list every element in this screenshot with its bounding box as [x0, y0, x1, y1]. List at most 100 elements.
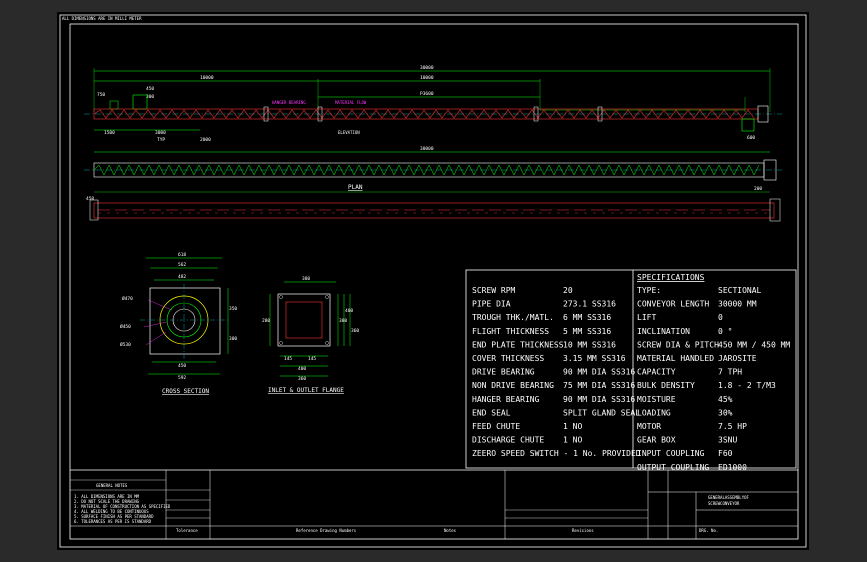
spec-left-label: DRIVE BEARING: [472, 368, 535, 377]
spec-left-value: 90 MM DIA SS316: [563, 368, 635, 377]
spec-left-value: SPLIT GLAND SEAL: [563, 408, 640, 417]
cs-dim-482-text: 482: [178, 274, 186, 280]
cross-section-title: CROSS SECTION: [162, 388, 209, 395]
dim-span-left-text: 10000: [200, 75, 214, 81]
drawing-sheet: ALL DIMENSIONS ARE IN MILLI METER 30000 …: [57, 12, 809, 550]
plan-dim-200-text: 200: [754, 186, 762, 192]
drawing-number-label: DRG. No.: [699, 528, 718, 533]
plan-title: PLAN: [348, 184, 363, 191]
spec-right-value: 1.8 - 2 T/M3: [718, 381, 776, 390]
spec-left-label: NON DRIVE BEARING: [472, 381, 554, 390]
spec-right-label: INCLINATION: [637, 327, 690, 336]
spec-left-value: 90 MM DIA SS316: [563, 395, 635, 404]
fl-dim-pitch2-text: 145: [308, 356, 316, 362]
dim-450-text: 450: [146, 86, 154, 92]
spec-left-label: TROUGH THK./MATL.: [472, 313, 554, 322]
notes-footer-label: Notes: [444, 528, 457, 533]
dim-p3600-text: P3600: [420, 91, 434, 97]
fl-dim-b2-text: 360: [298, 376, 306, 382]
spec-right-value: 7 TPH: [718, 368, 742, 377]
spec-right-value: 3SNU: [718, 436, 737, 445]
dim-750-text: 750: [97, 92, 105, 98]
notes-title: GENERAL NOTES: [96, 483, 128, 488]
fl-dim-b1-text: 400: [298, 366, 306, 372]
spec-left-value: 6 MM SS316: [563, 313, 611, 322]
cs-pt2-text: Ø530: [120, 341, 131, 348]
spec-left-label: FLIGHT THICKNESS: [472, 327, 549, 336]
spec-right-label: INPUT COUPLING: [637, 449, 705, 458]
plan-dim-overall-text: 30000: [420, 146, 434, 152]
cs-dim-592-text: 592: [178, 375, 186, 381]
spec-left-value: 20: [563, 286, 573, 295]
spec-right-value: 30000 MM: [718, 300, 757, 309]
cs-dim-618-text: 618: [178, 252, 186, 258]
cs-ptc-text: Ø470: [122, 295, 133, 302]
tolerance-label: Tolerance: [176, 528, 198, 533]
spec-right-label: GEAR BOX: [637, 436, 676, 445]
spec-right-value: 7.5 HP: [718, 422, 747, 431]
spec-right-value: 0: [718, 313, 723, 322]
spec-right-value: 30%: [718, 408, 733, 417]
header-note: ALL DIMENSIONS ARE IN MILLI METER: [62, 16, 142, 21]
fl-dim-r1-text: 380: [339, 318, 347, 324]
title-line-1: GENERALASSEMBLYOF: [708, 495, 750, 500]
dim-span-mid-text: 10000: [420, 75, 434, 81]
spec-right-label: CONVEYOR LENGTH: [637, 300, 709, 309]
dim-600-text: 600: [747, 135, 755, 141]
spec-right-label: TYPE:: [637, 286, 661, 295]
fl-dim-r3-text: 360: [351, 328, 359, 334]
material-flow-label: MATERIAL FLOW: [335, 100, 367, 105]
spec-right-label: MATERIAL HANDLED: [637, 354, 714, 363]
spec-left-value: 1 NO: [563, 422, 582, 431]
dim-overall-text: 30000: [420, 65, 434, 71]
elevation-title: ELEVATION: [338, 130, 360, 135]
fl-dim-left-text: 280: [262, 318, 270, 324]
dim-3000-text: 3000: [155, 130, 166, 136]
spec-left-value: 10 MM SS316: [563, 340, 616, 349]
spec-left-label: DISCHARGE CHUTE: [472, 436, 544, 445]
cs-dim-562-text: 562: [178, 262, 186, 268]
spec-right-value: SECTIONAL: [718, 286, 762, 295]
spec-right-label: MOISTURE: [637, 395, 676, 404]
fl-dim-top-text: 380: [302, 276, 310, 282]
spec-right-label: CAPACITY: [637, 368, 676, 377]
ref-drawing-label: Reference Drawing Numbers: [296, 528, 357, 533]
spec-left-label: FEED CHUTE: [472, 422, 520, 431]
specs-right-title: SPECIFICATIONS: [637, 273, 705, 282]
revisions-footer-label: Revisions: [572, 528, 594, 533]
spec-left-value: 1 NO: [563, 436, 582, 445]
note-line: 6. TOLERANCES AS PER IS STANDARD: [74, 519, 152, 524]
spec-right-value: F60: [718, 449, 733, 458]
spec-left-value: 75 MM DIA SS316: [563, 381, 635, 390]
dim-1500-text: 1500: [104, 130, 115, 136]
cs-dim-350-text: 350: [229, 306, 237, 312]
spec-right-label: LOADING: [637, 408, 671, 417]
spec-left-label: END PLATE THICKNESS: [472, 340, 564, 349]
spec-right-value: ED1000: [718, 463, 747, 472]
hanger-bearing-label: HANGER BEARING: [272, 100, 306, 105]
spec-left-value: 273.1 SS316: [563, 300, 616, 309]
fl-dim-r2-text: 400: [345, 308, 353, 314]
spec-right-value: 45%: [718, 395, 733, 404]
spec-left-label: PIPE DIA: [472, 300, 511, 309]
fl-dim-pitch1-text: 145: [284, 356, 292, 362]
spec-right-value: 450 MM / 450 MM: [718, 340, 790, 349]
spec-right-label: BULK DENSITY: [637, 381, 695, 390]
spec-right-value: JAROSITE: [718, 354, 757, 363]
specs-left-last: ZEERO SPEED SWITCH - 1 No. PROVIDED: [472, 449, 641, 458]
spec-left-label: COVER THICKNESS: [472, 354, 544, 363]
title-line-2: SCREWCONVEYOR: [708, 501, 740, 506]
spec-left-value: 5 MM SS316: [563, 327, 611, 336]
flange-title: INLET & OUTLET FLANGE: [268, 387, 344, 394]
spec-left-label: SCREW RPM: [472, 286, 516, 295]
spec-left-label: HANGER BEARING: [472, 395, 540, 404]
spec-left-value: 3.15 MM SS316: [563, 354, 626, 363]
spec-right-value: 0 °: [718, 327, 732, 336]
spec-left-label: END SEAL: [472, 408, 511, 417]
cs-pt0-text: Ø450: [120, 323, 131, 330]
cs-dim-300-text: 300: [229, 336, 237, 342]
spec-right-label: MOTOR: [637, 422, 661, 431]
spec-right-label: SCREW DIA & PITCH: [637, 340, 719, 349]
spec-right-label: LIFT: [637, 313, 656, 322]
dim-typ-text: TYP: [157, 137, 165, 143]
